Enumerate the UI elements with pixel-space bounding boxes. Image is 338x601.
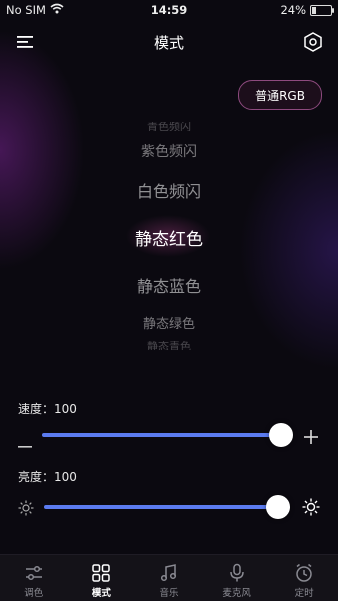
nav-bar: 模式 <box>0 22 338 62</box>
music-note-icon <box>159 563 179 583</box>
picker-item-selected[interactable]: 静态红色 <box>0 225 338 250</box>
picker-item[interactable]: 青色频闪 <box>0 122 338 131</box>
tab-timer[interactable]: 定时 <box>270 555 338 601</box>
rgb-mode-button[interactable]: 普通RGB <box>238 80 322 110</box>
sliders-icon <box>24 563 44 583</box>
tab-label: 麦克风 <box>222 588 251 599</box>
speed-slider-thumb[interactable] <box>269 423 293 447</box>
decrease-speed-icon[interactable] <box>18 434 32 453</box>
tab-mode[interactable]: 模式 <box>68 555 136 601</box>
battery-fill <box>312 6 316 14</box>
picker-item[interactable]: 静态蓝色 <box>0 273 338 297</box>
tab-label: 调色 <box>24 588 44 599</box>
sun-dim-icon[interactable] <box>18 500 34 520</box>
tab-color[interactable]: 调色 <box>0 555 68 601</box>
brightness-slider-row <box>0 492 338 522</box>
microphone-icon <box>227 563 247 583</box>
speed-label-row: 速度：100 <box>18 400 77 417</box>
alarm-clock-icon <box>294 563 314 583</box>
speed-label: 速度： <box>18 402 55 416</box>
speed-value: 100 <box>54 402 77 416</box>
tab-label: 音乐 <box>159 588 179 599</box>
status-bar: No SIM 14:59 24% <box>0 0 338 20</box>
tab-music[interactable]: 音乐 <box>135 555 203 601</box>
status-right: 24% <box>280 3 334 17</box>
brightness-label: 亮度： <box>18 470 55 484</box>
grid-icon <box>91 563 111 583</box>
picker-item[interactable]: 静态绿色 <box>0 313 338 332</box>
page-title: 模式 <box>153 34 184 52</box>
tab-label: 模式 <box>91 588 111 599</box>
battery-icon <box>310 4 334 16</box>
brightness-slider-thumb[interactable] <box>266 495 290 519</box>
tab-bar: 调色 模式 音乐 麦克风 定时 <box>0 554 338 601</box>
settings-icon[interactable] <box>302 31 324 53</box>
brightness-slider[interactable] <box>44 505 278 509</box>
sun-bright-icon[interactable] <box>302 498 320 520</box>
picker-item[interactable]: 白色频闪 <box>0 178 338 202</box>
picker-item[interactable]: 紫色频闪 <box>0 141 338 161</box>
speed-slider-row <box>0 420 338 450</box>
speed-slider[interactable] <box>42 433 281 437</box>
tab-microphone[interactable]: 麦克风 <box>203 555 271 601</box>
picker-item[interactable]: 静态青色 <box>0 341 338 350</box>
battery-percent: 24% <box>280 3 306 17</box>
tab-label: 定时 <box>294 588 314 599</box>
increase-speed-icon[interactable] <box>304 429 318 448</box>
brightness-value: 100 <box>54 470 77 484</box>
brightness-label-row: 亮度：100 <box>18 468 77 485</box>
